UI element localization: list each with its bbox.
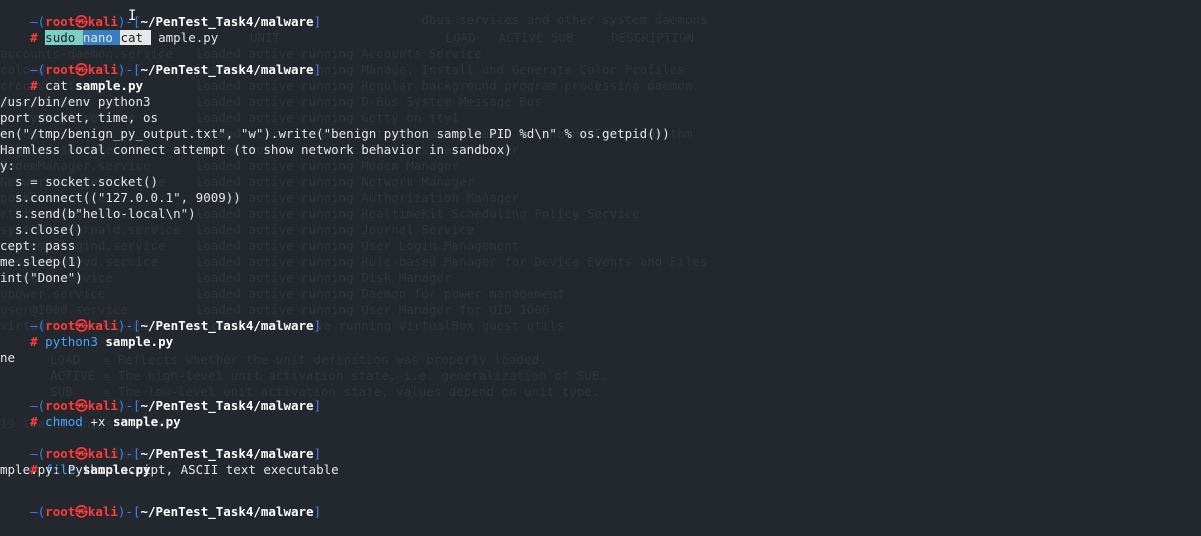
selected-cat[interactable]: cat: [120, 30, 144, 45]
prompt-line-partial: —(root㉿kali)-[~/PenTest_Task4/malware]: [30, 504, 322, 519]
code-line: s = socket.socket(): [0, 174, 159, 189]
code-line: port socket, time, os: [0, 110, 159, 125]
text-cursor-icon: I: [128, 8, 137, 24]
code-line: s.connect(("127.0.0.1", 9009)): [0, 190, 241, 205]
selected-nano[interactable]: nano: [82, 30, 113, 45]
code-line: s.send(b"hello-local\n"): [0, 206, 196, 221]
code-line: y:: [0, 158, 16, 173]
code-line: int("Done"): [0, 270, 83, 285]
code-line: en("/tmp/benign_py_output.txt", "w").wri…: [0, 126, 670, 141]
python-output: ne: [0, 350, 16, 365]
code-line: s.close(): [0, 222, 83, 237]
code-line: /usr/bin/env python3: [0, 94, 151, 109]
selected-sudo[interactable]: sudo: [45, 30, 76, 45]
code-line: Harmless local connect attempt (to show …: [0, 142, 512, 157]
code-line: me.sleep(1): [0, 254, 83, 269]
command-line-python3[interactable]: # python3 sample.py: [0, 318, 173, 366]
file-output: mple.py: Python script, ASCII text execu…: [0, 462, 339, 477]
code-line: cept: pass: [0, 238, 76, 253]
terminal[interactable]: —(root㉿kali)-[~/PenTest_Task4/malware] #…: [0, 0, 1201, 519]
